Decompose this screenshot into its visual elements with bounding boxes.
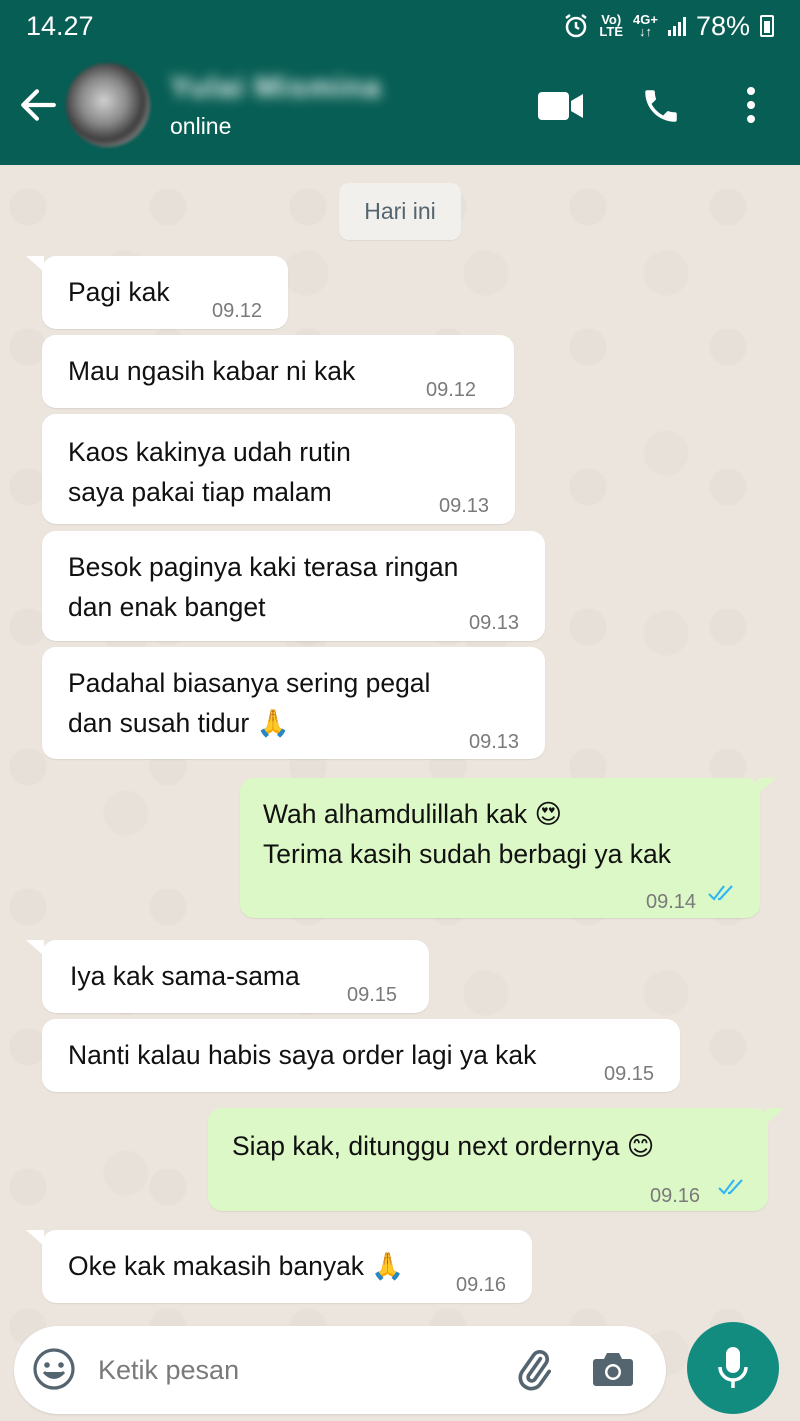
- message-time: 09.13: [469, 731, 520, 753]
- message-bubble-incoming[interactable]: Kaos kakinya udah rutin saya pakai tiap …: [42, 414, 515, 524]
- message-bubble-incoming[interactable]: Iya kak sama-sama 09.15: [26, 940, 429, 1013]
- message-time: 09.13: [439, 495, 490, 517]
- chat-header: 14.27 Vo) LTE 4G+ ↓↑ 78% Yulai Mismina o…: [0, 0, 800, 165]
- alarm-icon: [565, 14, 588, 38]
- message-text: Wah alhamdulillah kak 😍 Terima kasih sud…: [263, 799, 672, 869]
- message-time: 09.15: [347, 984, 398, 1006]
- signal-icon: [667, 16, 686, 36]
- message-time: 09.16: [456, 1274, 507, 1296]
- message-bubble-incoming[interactable]: Padahal biasanya sering pegal dan susah …: [42, 647, 545, 759]
- message-bubble-incoming[interactable]: Besok paginya kaki terasa ringan dan ena…: [42, 531, 545, 641]
- attach-icon[interactable]: [512, 1346, 556, 1394]
- battery-icon: [760, 15, 774, 37]
- avatar[interactable]: [66, 63, 150, 147]
- message-bubble-outgoing[interactable]: Siap kak, ditunggu next ordernya 😊 09.16: [208, 1108, 784, 1211]
- message-text: Siap kak, ditunggu next ordernya 😊: [232, 1131, 655, 1161]
- message-bubble-incoming[interactable]: Oke kak makasih banyak 🙏 09.16: [26, 1230, 532, 1303]
- video-call-icon[interactable]: [538, 92, 584, 120]
- message-time: 09.14: [646, 891, 697, 913]
- contact-name[interactable]: Yulai Mismina: [170, 71, 381, 105]
- status-icons: Vo) LTE 4G+ ↓↑ 78%: [563, 11, 774, 42]
- message-input[interactable]: [98, 1344, 488, 1396]
- message-time: 09.15: [604, 1063, 655, 1085]
- app-bar: Yulai Mismina online: [0, 55, 800, 165]
- message-bubble-outgoing[interactable]: Wah alhamdulillah kak 😍 Terima kasih sud…: [240, 778, 776, 918]
- message-text: Kaos kakinya udah rutin saya pakai tiap …: [68, 437, 351, 507]
- status-bar: 14.27 Vo) LTE 4G+ ↓↑ 78%: [0, 0, 800, 52]
- message-bubble-incoming[interactable]: Nanti kalau habis saya order lagi ya kak…: [42, 1019, 680, 1092]
- message-text: Nanti kalau habis saya order lagi ya kak: [68, 1040, 537, 1070]
- back-arrow-icon[interactable]: [18, 85, 58, 125]
- message-time: 09.12: [212, 300, 263, 322]
- message-text: Besok paginya kaki terasa ringan dan ena…: [68, 552, 459, 622]
- more-options-icon[interactable]: [744, 85, 758, 125]
- message-composer: [14, 1326, 666, 1414]
- voice-call-icon[interactable]: [640, 85, 682, 127]
- status-time: 14.27: [26, 10, 94, 41]
- message-text: Pagi kak: [68, 277, 170, 307]
- read-tick-icon: [708, 885, 733, 901]
- read-tick-icon: [718, 1179, 743, 1195]
- mic-button[interactable]: [687, 1322, 779, 1414]
- emoji-icon[interactable]: [32, 1347, 76, 1391]
- message-text: Oke kak makasih banyak 🙏: [68, 1251, 405, 1281]
- mic-icon: [718, 1347, 748, 1388]
- message-time: 09.12: [426, 379, 477, 401]
- message-time: 09.13: [469, 612, 520, 634]
- message-bubble-incoming[interactable]: Mau ngasih kabar ni kak 09.12: [42, 335, 514, 408]
- message-time: 09.16: [650, 1185, 701, 1207]
- message-text: Mau ngasih kabar ni kak: [68, 356, 356, 386]
- camera-icon[interactable]: [592, 1350, 634, 1388]
- volte-indicator: Vo) LTE: [599, 12, 624, 39]
- message-text: Padahal biasanya sering pegal dan susah …: [68, 668, 431, 738]
- contact-status: online: [170, 113, 232, 139]
- message-bubble-incoming[interactable]: Pagi kak 09.12: [26, 256, 288, 329]
- date-chip: Hari ini: [339, 183, 461, 240]
- battery-percent: 78%: [695, 10, 750, 41]
- network-indicator: 4G+ ↓↑: [633, 12, 658, 39]
- message-text: Iya kak sama-sama: [70, 961, 300, 991]
